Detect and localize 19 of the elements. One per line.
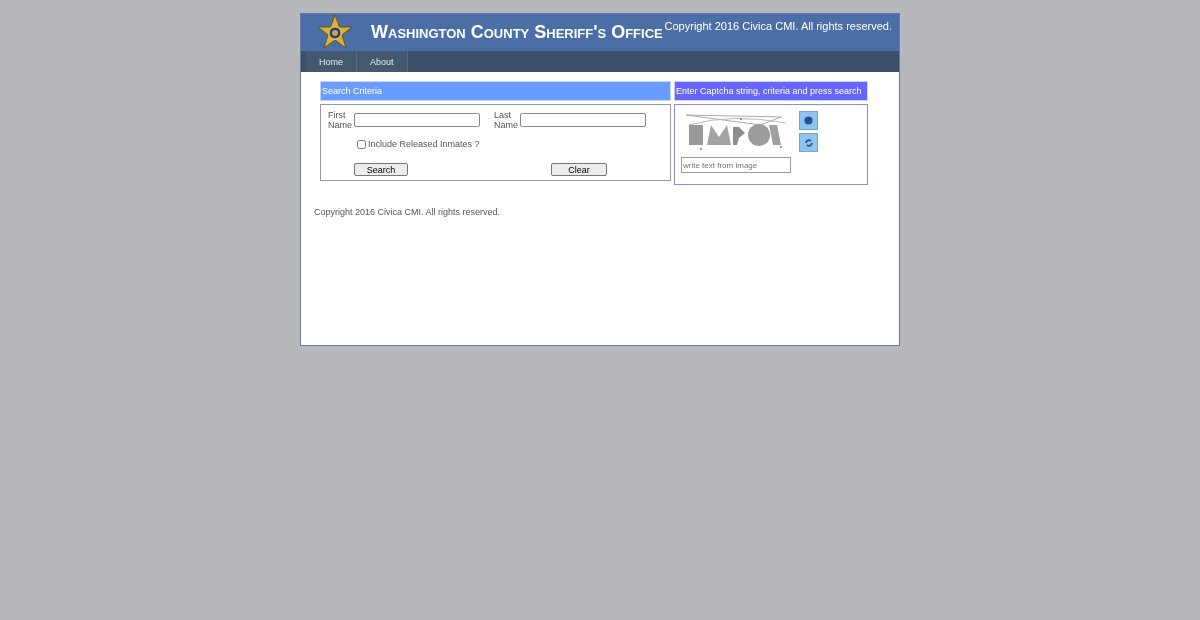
site-title: Washington County Sheriff's Office [371,22,664,43]
last-name-field[interactable] [520,113,646,127]
header-copyright: Copyright 2016 Civica CMI. All rights reserved. [664,20,892,32]
checkbox-label: Include Released Inmates ? [368,139,480,149]
clear-button[interactable]: Clear [551,163,607,176]
nav-link[interactable]: Home [306,51,357,72]
checkbox[interactable] [357,139,366,149]
field-label: First Name [328,110,353,130]
search-button[interactable]: Search [354,163,408,176]
audio-button[interactable] [799,111,818,130]
refresh-button[interactable] [799,133,818,152]
field-label: Last Name [494,110,519,130]
nav-link[interactable]: About [357,51,408,72]
section-heading: Enter Captcha string, criteria and press search [674,81,868,101]
refresh-icon [803,137,814,148]
first-name-field[interactable] [354,113,480,127]
footer-copyright: Copyright 2016 Civica CMI. All rights reserved. [313,206,502,217]
captcha-field[interactable]: write text from image [681,157,791,173]
section-heading: Search Criteria [320,81,671,101]
